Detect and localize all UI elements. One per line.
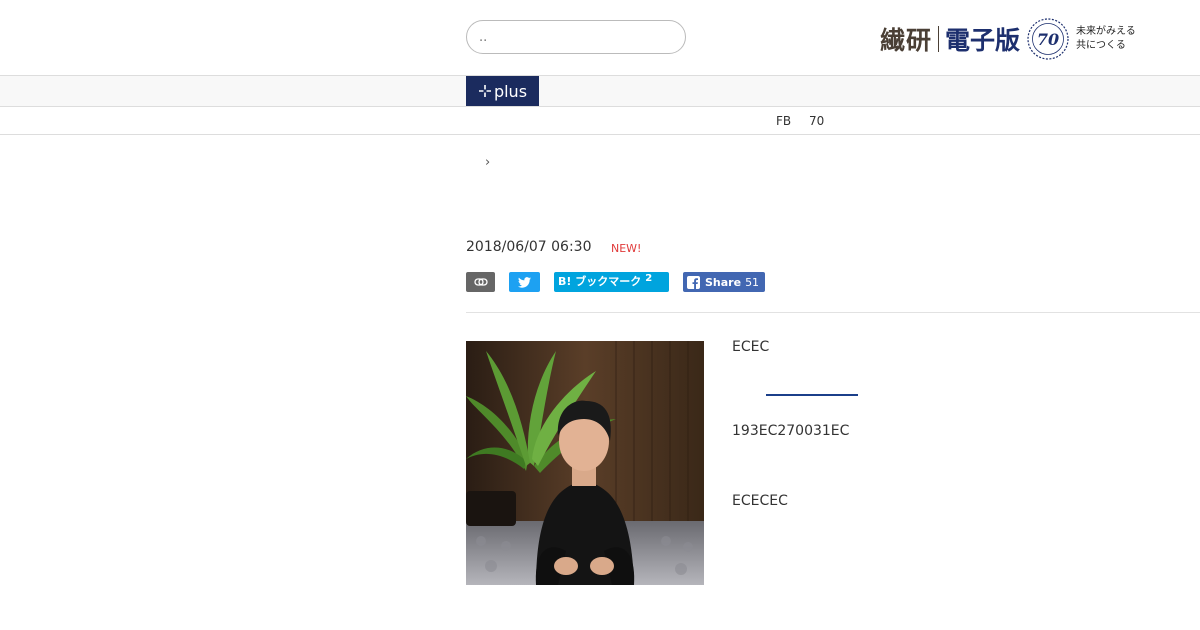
hatena-bookmark-button[interactable]: B! ブックマーク 2 — [554, 272, 669, 292]
facebook-icon — [687, 275, 700, 289]
site-header: 繊研 電子版 70 未来がみえる 共につくる — [0, 0, 1200, 76]
logo-slogan: 未来がみえる 共につくる — [1076, 25, 1136, 53]
profile-photo — [466, 341, 704, 585]
facebook-label: Share — [705, 275, 742, 289]
tab-plus-label: plus — [493, 81, 528, 101]
anniversary-seal-icon: 70 — [1026, 17, 1070, 61]
twitter-icon — [518, 276, 531, 288]
bio-line-3: ECECEC — [732, 493, 788, 509]
breadcrumb-separator: › — [485, 155, 491, 170]
slogan-line-2: 共につくる — [1076, 40, 1126, 51]
bio-link[interactable] — [766, 394, 858, 396]
svg-text:70: 70 — [1037, 30, 1059, 49]
twitter-share-button[interactable] — [509, 272, 540, 292]
hatena-count: 2 — [645, 273, 653, 284]
site-logo[interactable]: 繊研 電子版 70 未来がみえる 共につくる — [880, 14, 1136, 64]
article-date: 2018/06/07 06:30 — [466, 239, 592, 255]
main-nav: plus — [0, 75, 1200, 107]
bio-line-1: ECEC — [732, 339, 770, 355]
subnav-item-fb[interactable]: FB — [776, 114, 791, 128]
search-box[interactable] — [466, 20, 686, 54]
logo-sub-text: 電子版 — [945, 26, 1021, 55]
new-badge: NEW! — [611, 242, 642, 255]
sub-nav: FB 70 — [0, 107, 1200, 135]
bio-line-2: 193EC270031EC — [732, 423, 850, 439]
hatena-label: B! ブックマーク — [558, 275, 642, 288]
tab-plus[interactable]: plus — [466, 76, 539, 106]
slogan-line-1: 未来がみえる — [1076, 26, 1136, 37]
sparkle-icon — [478, 85, 491, 97]
link-icon — [473, 278, 488, 286]
divider — [466, 312, 1200, 313]
facebook-share-button[interactable]: Share 51 — [683, 272, 765, 292]
logo-main-text: 繊研 — [880, 26, 933, 55]
search-input[interactable] — [467, 21, 685, 53]
copy-link-button[interactable] — [466, 272, 495, 292]
logo-divider — [938, 26, 940, 52]
subnav-item-70[interactable]: 70 — [809, 114, 824, 128]
facebook-count: 51 — [745, 275, 760, 289]
